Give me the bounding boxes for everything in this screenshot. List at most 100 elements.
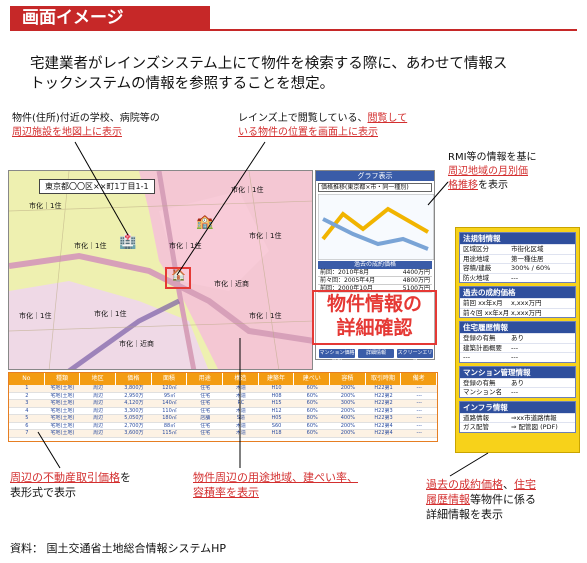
table-cell: 3,800万 [124,385,144,391]
table-cell: 60% [306,385,318,391]
zone-label-2: 市化｜1住 [29,202,62,210]
table-row[interactable]: 2 宅地(土地) 周辺 2,950万 95㎡ 住宅 木造 H08 60% 200% H22第2 --- [9,392,437,400]
table-cell: 7 [25,430,29,436]
zoning-map[interactable]: 東京都〇〇区××町1丁目1-1 🏥 🏫 🏠 市化｜1住 市化｜1住 市化｜1住 … [8,170,313,370]
table-cell: 宅地(土地) [50,422,75,429]
table-cell: 200% [340,385,356,391]
detail-confirm-callout: 物件情報の 詳細確認 [312,290,437,345]
table-cell: 周辺 [93,415,104,421]
table-cell: 60% [306,392,318,399]
table-cell: H22第3 [374,407,393,414]
table-cell: 80% [306,415,318,421]
screen-area-button[interactable]: スクリーンエリア [397,349,433,365]
table-cell: H08 [271,392,282,399]
note-facilities: 物件(住所)付近の学校、病院等の 周辺施設を地図上に表示 [12,113,160,138]
property-house-icon[interactable]: 🏠 [171,268,186,282]
zone-label-5: 市化｜1住 [249,232,282,240]
table-cell: 2,700万 [124,422,144,429]
map-address: 東京都〇〇区××町1丁目1-1 [39,179,155,194]
table-cell: 200% [340,392,356,399]
table-cell: 木造 [235,407,246,414]
table-row[interactable]: 1 宅地(土地) 周辺 3,800万 120㎡ 住宅 木造 H10 60% 200% H22第1 --… [9,385,437,393]
table-cell: --- [416,385,422,391]
table-cell: 住宅 [200,400,211,406]
table-cell: S60 [271,422,282,429]
table-cell: H22第3 [374,415,393,421]
table-cell: 200% [340,430,356,436]
table-cell: 140㎡ [162,400,177,406]
table-row[interactable]: 6 宅地(土地) 周辺 2,700万 88㎡ 住宅 木造 S60 60% 200% H22第4 --- [9,422,437,430]
table-cell: H05 [271,415,282,421]
table-cell: 180㎡ [162,415,177,421]
table-cell: --- [416,400,422,406]
note-transaction-prices: 周辺の不動産取引価格を 表形式で表示 [10,471,131,499]
table-cell: 200% [340,407,356,414]
detail-info-button[interactable]: 詳細情報 [358,349,394,358]
past-prices-title: 過去の成約価格 [318,261,432,269]
past-prices-list: 過去の成約価格 前回：2010年8月 4400万円 前々回：2005年4月 4800… [318,261,432,293]
table-cell: --- [416,407,422,414]
zone-label-1: 市化｜1住 [231,186,264,194]
table-cell: 住宅 [200,422,211,429]
school-icon[interactable]: 🏫 [196,214,213,230]
table-cell: 60% [306,407,318,414]
table-cell: H18 [271,430,282,436]
zone-label-6: 市化｜1住 [19,312,52,320]
table-cell: S造 [236,415,245,421]
table-cell: 400% [340,415,356,421]
table-cell: 木造 [235,392,246,399]
table-cell: 60% [306,400,318,406]
page-title: 画面イメージ [10,6,210,30]
table-cell: 宅地(土地) [50,407,75,414]
past-price-row: 前々回：2005年4月 4800万円 [318,277,432,285]
zone-label-3: 市化｜1住 [169,242,202,250]
table-header: No 種類 地区 価格 面積 用途 構造 建築年 建ぺい 容積 取引時期 備考 [9,373,437,385]
table-row[interactable]: 4 宅地(土地) 周辺 3,300万 110㎡ 住宅 木造 H12 60% 200% H22第3 --… [9,407,437,415]
table-cell: --- [416,422,422,429]
table-cell: 2 [25,392,29,399]
table-cell: 宅地(土地) [50,385,75,391]
table-cell: 1 [25,385,29,391]
note-position: レインズ上で閲覧している、閲覧して いる物件の位置を画面上に表示 [238,113,408,138]
info-section-past-prices: 過去の成約価格 前回 xx年x月 x,xxx万円 前々回 xx年x月 x,xxx万円 [459,286,576,318]
table-cell: 60% [306,430,318,436]
table-cell: 300% [340,400,356,406]
graph-panel-title: グラフ表示 [316,171,434,181]
info-section-housing-history: 住宅履歴情報 登録の有無 あり 建築計画概要 --- --- --- [459,321,576,363]
table-row[interactable]: 3 宅地(土地) 周辺 4,120万 140㎡ 住宅 RC H15 60% 300% H22第2 --… [9,400,437,408]
zone-label-10: 市化｜1住 [94,310,127,318]
table-cell: --- [416,392,422,399]
table-cell: 3,300万 [124,407,144,414]
table-cell: H22第4 [374,430,393,436]
table-cell: RC [237,400,245,406]
price-trend-chart [317,193,435,261]
info-section-regulation: 法規制情報 区域区分 市街化区域 用途地域 第一種住居 容積/建蔽 300% / 60… [459,232,576,283]
hospital-icon[interactable]: 🏥 [119,234,136,250]
table-cell: 木造 [235,385,246,391]
table-cell: 60% [306,422,318,429]
transaction-price-table: No 種類 地区 価格 面積 用途 構造 建築年 建ぺい 容積 取引時期 備考 1 宅地(土地) 周辺 3,… [8,372,438,442]
table-cell: --- [416,430,422,436]
note-price-trend: RMI等の情報を基に 周辺地域の月別価 格推移を表示 [448,152,537,191]
table-cell: 木造 [235,430,246,436]
table-cell: 宅地(土地) [50,430,75,436]
table-cell: 周辺 [93,392,104,399]
source-credit: 資料： 国土交通省土地総合情報システムHP [10,542,227,555]
table-cell: 宅地(土地) [50,392,75,399]
zone-label-8: 市化｜近商 [119,340,154,348]
table-cell: 2,950万 [124,392,144,399]
mansion-price-button[interactable]: マンション価格情報 [319,349,355,365]
table-cell: 周辺 [93,422,104,429]
info-section-mansion: マンション管理情報 登録の有無 あり マンション名 --- [459,365,576,398]
table-cell: 5,050万 [124,415,144,421]
table-row[interactable]: 7 宅地(土地) 周辺 3,600万 115㎡ 住宅 木造 H18 60% 200% H22第4 --… [9,430,437,438]
table-row[interactable]: 5 宅地(土地) 周辺 5,050万 180㎡ 店舗 S造 H05 80% 400% H22第3 --… [9,415,437,423]
graph-filter-select[interactable]: 価格推移(東京都×市・同一種別) [318,183,432,192]
table-cell: 木造 [235,422,246,429]
table-cell: 3,600万 [124,430,144,436]
note-land-use: 物件周辺の用途地域、建ぺい率、 容積率を表示 [193,471,358,499]
note-detail-info: 過去の成約価格、住宅 履歴情報等物件に係る 詳細情報を表示 [426,478,536,521]
table-cell: --- [416,415,422,421]
table-cell: H22第4 [374,422,393,429]
table-cell: 3 [25,400,29,406]
